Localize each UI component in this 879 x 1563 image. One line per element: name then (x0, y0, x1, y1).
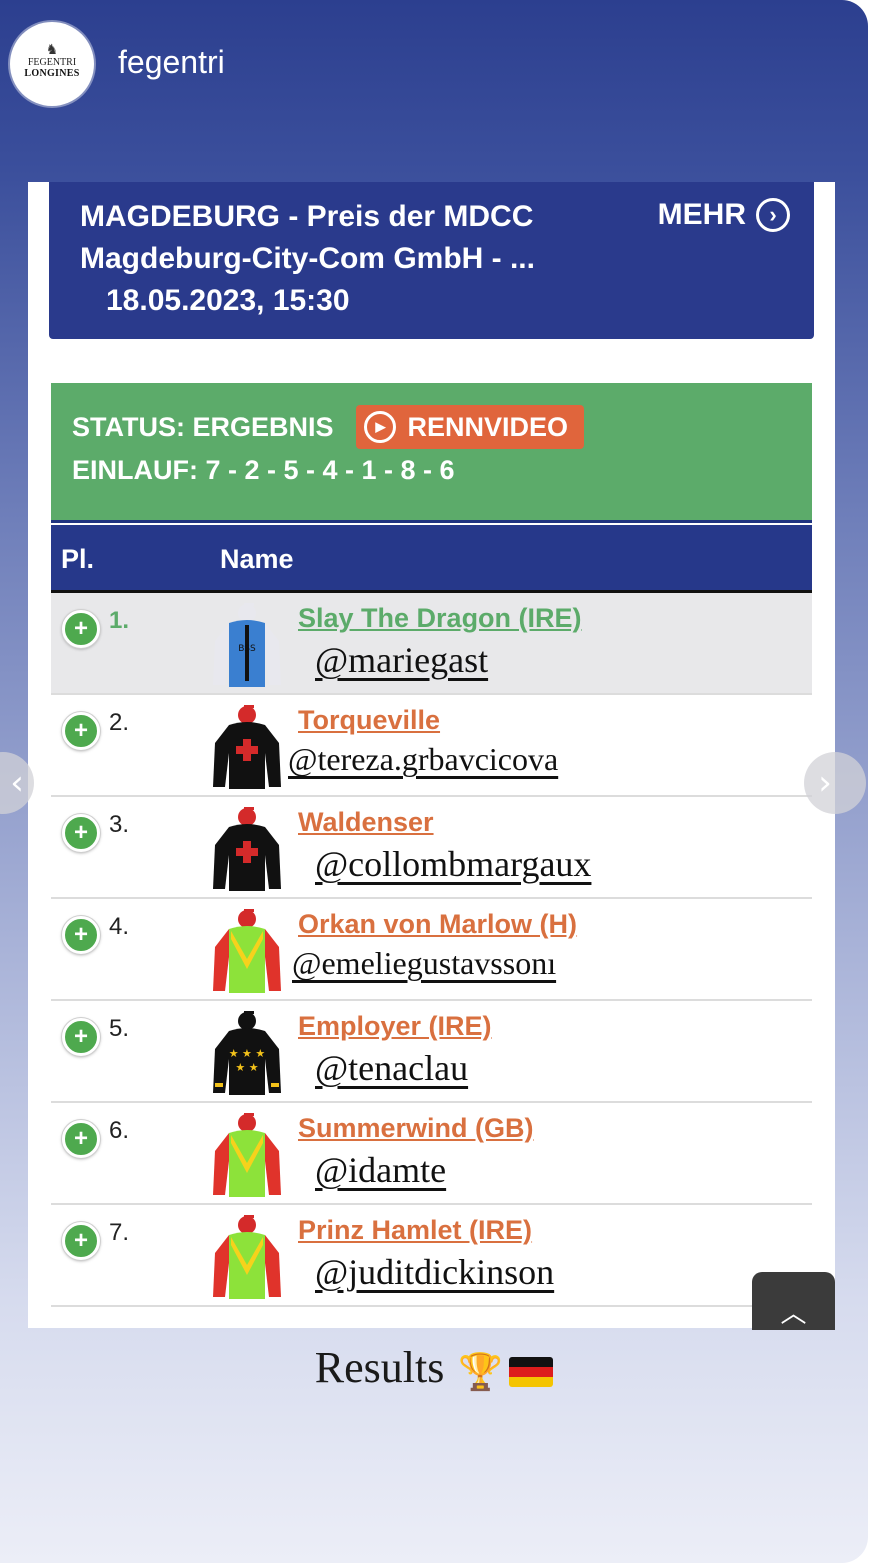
jockey-silks: BSS (211, 601, 283, 691)
race-header: MAGDEBURG - Preis der MDCC Magdeburg-Cit… (49, 182, 814, 339)
race-datetime: 18.05.2023, 15:30 (106, 284, 350, 317)
jockey-mention[interactable]: @mariegast (315, 639, 488, 681)
row-place: 6. (109, 1117, 130, 1144)
race-video-label: RENNVIDEO (407, 411, 569, 442)
expand-plus-icon[interactable]: + (62, 1222, 100, 1260)
expand-plus-icon[interactable]: + (62, 610, 100, 648)
jockey-silks: ★ ★ ★ ★ ★ (211, 1009, 283, 1099)
race-name: MAGDEBURG - Preis der MDCC Magdeburg-Cit… (80, 200, 535, 275)
trophy-icon: 🏆 (458, 1351, 504, 1393)
status-panel: STATUS: ERGEBNIS ▶ RENNVIDEO EINLAUF: 7 … (51, 383, 812, 523)
svg-text:BSS: BSS (238, 644, 256, 654)
row-place: 5. (109, 1015, 130, 1042)
scroll-to-top-button[interactable]: ︿ (752, 1272, 835, 1330)
horse-name-link[interactable]: Employer (IRE) (298, 1011, 492, 1042)
account-username[interactable]: fegentri (118, 44, 225, 81)
jockey-silks (211, 805, 283, 895)
chevron-left-icon: ‹ (10, 763, 24, 803)
table-row: +3. Waldenser @collombmargaux (51, 797, 812, 899)
table-row: +1. BSS Slay The Dragon (IRE) @mariegast (51, 593, 812, 695)
svg-text:★ ★ ★: ★ ★ ★ (229, 1047, 266, 1060)
caption-text: Results (314, 1343, 445, 1392)
horse-name-link[interactable]: Orkan von Marlow (H) (298, 909, 577, 940)
play-icon: ▶ (363, 411, 396, 443)
row-place: 4. (109, 913, 130, 940)
avatar-text-1: FEGENTRI (27, 57, 77, 68)
black-cross-silks-icon (213, 705, 281, 789)
next-story-button[interactable]: › (804, 752, 866, 814)
jockey-mention[interactable]: @collombmargaux (315, 843, 591, 885)
more-button[interactable]: MEHR › (658, 196, 790, 234)
screenshot-card: MAGDEBURG - Preis der MDCC Magdeburg-Cit… (28, 182, 835, 1328)
jockey-mention[interactable]: @emeliegustavssonı (292, 945, 556, 982)
finish-order: EINLAUF: 7 - 2 - 5 - 4 - 1 - 8 - 6 (72, 455, 455, 485)
row-place: 2. (109, 709, 130, 736)
table-row: +2. Torqueville @tereza.grbavcicova (51, 695, 812, 797)
horse-name-link[interactable]: Prinz Hamlet (IRE) (298, 1215, 532, 1246)
expand-plus-icon[interactable]: + (62, 916, 100, 954)
jockey-mention[interactable]: @tenaclau (315, 1047, 468, 1089)
horse-logo-icon: ♞ (45, 42, 59, 58)
black-cross-silks-icon (213, 807, 281, 891)
status-label: STATUS: ERGEBNIS (72, 411, 334, 442)
jockey-mention[interactable]: @tereza.grbavcicova (288, 741, 558, 778)
jockey-silks (211, 703, 283, 793)
race-video-button[interactable]: ▶ RENNVIDEO (355, 405, 585, 449)
row-place: 3. (109, 811, 130, 838)
jockey-mention[interactable]: @juditdickinson (315, 1251, 554, 1293)
green-chevron-silks-icon (213, 1113, 281, 1197)
avatar-text-2: LONGINES (24, 68, 80, 79)
chevron-up-icon: ︿ (780, 1299, 807, 1329)
story-caption: Results 🏆 (0, 1342, 868, 1393)
results-table-body: +1. BSS Slay The Dragon (IRE) @mariegast +2.… (51, 593, 812, 1307)
more-label: MEHR (657, 198, 746, 231)
story-frame: ♞ FEGENTRI LONGINES fegentri MAGDEBURG -… (0, 0, 868, 1563)
expand-plus-icon[interactable]: + (62, 1018, 100, 1056)
results-table-header: Pl. Name (51, 525, 812, 593)
jockey-silks (211, 1213, 283, 1303)
status-line: STATUS: ERGEBNIS ▶ RENNVIDEO (72, 405, 585, 449)
jockey-silks (211, 1111, 283, 1201)
horse-name-link[interactable]: Torqueville (298, 705, 440, 736)
green-chevron-silks-icon (213, 909, 281, 993)
chevron-right-icon: › (756, 198, 790, 232)
expand-plus-icon[interactable]: + (62, 712, 100, 750)
chevron-right-icon: › (818, 763, 832, 803)
expand-plus-icon[interactable]: + (62, 814, 100, 852)
table-row: +7. Prinz Hamlet (IRE) @juditdickinson (51, 1205, 812, 1307)
svg-text:★ ★: ★ ★ (235, 1061, 258, 1074)
horse-name-link[interactable]: Waldenser (298, 807, 434, 838)
jockey-silks (211, 907, 283, 997)
account-avatar[interactable]: ♞ FEGENTRI LONGINES (10, 22, 94, 106)
table-row: +6. Summerwind (GB) @idamte (51, 1103, 812, 1205)
black-stars-silks-icon: ★ ★ ★★ ★ (213, 1011, 281, 1095)
column-name: Name (220, 544, 294, 574)
avatar-fine-print (27, 81, 77, 85)
horse-name-link[interactable]: Summerwind (GB) (298, 1113, 534, 1144)
horse-name-link[interactable]: Slay The Dragon (IRE) (298, 603, 582, 634)
blue-silks-icon: BSS (213, 603, 281, 687)
expand-plus-icon[interactable]: + (62, 1120, 100, 1158)
jockey-mention[interactable]: @idamte (315, 1149, 446, 1191)
german-flag-icon (509, 1356, 554, 1387)
table-row: +5. ★ ★ ★ ★ ★ Employer (IRE) @tenaclau (51, 1001, 812, 1103)
table-row: +4. Orkan von Marlow (H) @emeliegustavsson… (51, 899, 812, 1001)
green-chevron-silks-icon (213, 1215, 281, 1299)
row-place: 1. (109, 607, 130, 634)
column-place: Pl. (61, 544, 95, 574)
race-title: MAGDEBURG - Preis der MDCC Magdeburg-Cit… (80, 196, 620, 322)
row-place: 7. (109, 1219, 130, 1246)
